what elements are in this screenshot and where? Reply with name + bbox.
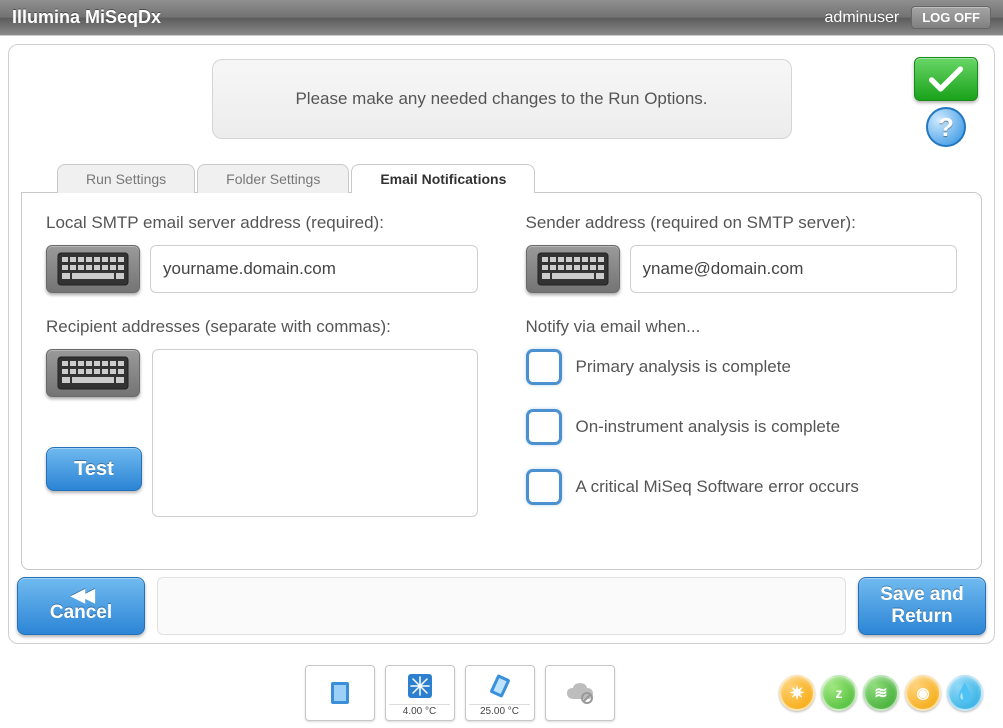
bottom-spacer [157,577,846,635]
cancel-label: Cancel [50,602,112,624]
confirm-button[interactable] [914,57,978,101]
checkbox-primary-label: Primary analysis is complete [576,357,791,377]
keyboard-button-sender[interactable] [526,245,620,293]
notify-label: Notify via email when... [526,317,958,337]
sleep-icon: z [836,685,843,701]
check-icon [928,65,964,93]
info-message: Please make any needed changes to the Ru… [212,59,792,139]
status-tiles: 4.00 °C 25.00 °C [140,665,779,721]
wave-icon: ≋ [874,683,887,703]
tab-body: Local SMTP email server address (require… [21,192,982,570]
status-indicators: ✷ z ≋ ◉ 💧 [779,675,983,711]
cancel-button[interactable]: ◀◀ Cancel [17,577,145,635]
checkbox-primary-analysis[interactable] [526,349,562,385]
checkbox-error-label: A critical MiSeq Software error occurs [576,477,859,497]
main-panel: ? Please make any needed changes to the … [8,44,995,644]
flowcell-temp: 25.00 °C [469,704,530,717]
keyboard-icon [57,356,129,390]
bottom-bar: ◀◀ Cancel Save and Return [9,577,994,635]
gear-icon: ✷ [789,683,804,704]
header-bar: Illumina MiSeqDx adminuser LOG OFF [0,0,1003,36]
keyboard-button-smtp[interactable] [46,245,140,293]
chiller-temp: 4.00 °C [389,704,450,717]
indicator-sleep[interactable]: z [821,675,857,711]
recipients-input[interactable] [152,349,478,517]
back-arrows-icon: ◀◀ [71,588,91,602]
tab-container: Run Settings Folder Settings Email Notif… [21,163,982,570]
left-column: Local SMTP email server address (require… [46,213,478,541]
save-label-line2: Return [891,606,952,628]
smtp-input[interactable] [150,245,478,293]
tab-run-settings[interactable]: Run Settings [57,164,195,193]
checkbox-instrument-analysis[interactable] [526,409,562,445]
status-tile-cloud[interactable] [545,665,615,721]
checkbox-instrument-label: On-instrument analysis is complete [576,417,841,437]
smtp-label: Local SMTP email server address (require… [46,213,478,233]
indicator-gear[interactable]: ✷ [779,675,815,711]
status-strip: 4.00 °C 25.00 °C ✷ z ≋ ◉ 💧 [0,658,1003,728]
sender-label: Sender address (required on SMTP server)… [526,213,958,233]
checkbox-error[interactable] [526,469,562,505]
keyboard-icon [57,252,129,286]
current-user: adminuser [825,9,900,27]
status-tile-door[interactable] [305,665,375,721]
door-icon [324,677,356,709]
help-icon: ? [938,112,954,143]
status-tile-chiller[interactable]: 4.00 °C [385,665,455,721]
right-column: Sender address (required on SMTP server)… [526,213,958,541]
status-tile-flowcell[interactable]: 25.00 °C [465,665,535,721]
tab-folder-settings[interactable]: Folder Settings [197,164,349,193]
tab-email-notifications[interactable]: Email Notifications [351,164,535,193]
tab-row: Run Settings Folder Settings Email Notif… [21,163,982,192]
app-title: Illumina MiSeqDx [12,7,825,28]
camera-icon: ◉ [916,684,929,702]
help-button[interactable]: ? [926,107,966,147]
snowflake-icon [404,670,436,702]
droplet-icon: 💧 [954,683,976,704]
logoff-button[interactable]: LOG OFF [911,6,991,29]
recipients-label: Recipient addresses (separate with comma… [46,317,478,337]
cloud-disabled-icon [564,677,596,709]
keyboard-icon [537,252,609,286]
flowcell-icon [484,670,516,702]
sender-input[interactable] [630,245,958,293]
save-label-line1: Save and [880,584,963,606]
keyboard-button-recipients[interactable] [46,349,140,397]
indicator-droplet[interactable]: 💧 [947,675,983,711]
indicator-wave[interactable]: ≋ [863,675,899,711]
indicator-camera[interactable]: ◉ [905,675,941,711]
test-button[interactable]: Test [46,447,142,491]
save-return-button[interactable]: Save and Return [858,577,986,635]
